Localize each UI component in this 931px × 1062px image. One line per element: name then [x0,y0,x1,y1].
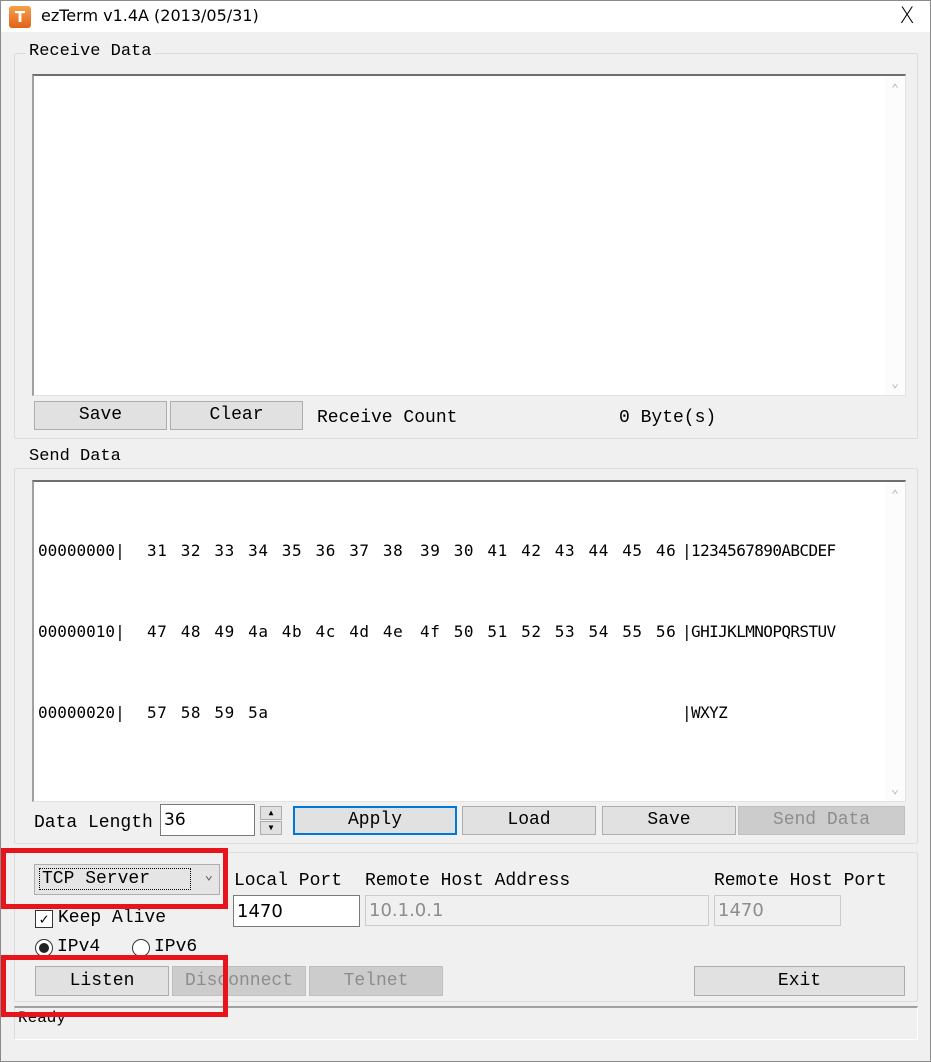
send-data-button[interactable]: Send Data [738,806,905,835]
spin-up-button[interactable]: ▲ [260,806,282,820]
remote-port-label: Remote Host Port [714,871,887,891]
app-window: T ezTerm v1.4A (2013/05/31) X Receive Da… [0,0,931,1062]
hex-offset: 00000020| [38,703,125,722]
data-length-input[interactable] [160,804,255,836]
apply-button[interactable]: Apply [293,806,457,835]
remote-port-input[interactable] [714,895,841,926]
spin-down-button[interactable]: ▼ [260,821,282,835]
hex-ascii-row: |GHIJKLMNOPQRSTUV [682,622,836,641]
telnet-button[interactable]: Telnet [309,966,443,996]
highlight-mode-select [1,848,228,909]
title-bar: T ezTerm v1.4A (2013/05/31) X [1,1,930,32]
load-button[interactable]: Load [462,806,596,835]
receive-scrollbar[interactable]: ⌃ ⌄ [885,76,905,395]
data-length-label: Data Length [34,813,153,833]
app-icon: T [9,6,31,28]
hex-bytes: 4f 50 51 52 53 54 55 56 [420,622,677,641]
ipv6-label: IPv6 [154,937,198,957]
hex-offset: 00000010| [38,622,125,641]
hex-bytes: 31 32 33 34 35 36 37 38 [147,541,404,560]
hex-bytes: 57 58 59 5a [147,703,269,722]
scroll-up-icon[interactable]: ⌃ [885,488,905,503]
hex-offset: 00000000| [38,541,125,560]
ipv4-label: IPv4 [57,937,101,957]
local-port-input[interactable] [233,895,360,927]
receive-count-label: Receive Count [317,408,458,428]
keep-alive-label: Keep Alive [58,908,167,928]
window-title: ezTerm v1.4A (2013/05/31) [41,6,259,25]
keep-alive-checkbox[interactable]: ✓ [35,910,53,928]
receive-data-label: Receive Data [26,42,155,61]
close-button[interactable]: X [884,1,930,32]
remote-host-label: Remote Host Address [365,871,571,891]
scroll-down-icon[interactable]: ⌄ [885,376,905,391]
hex-bytes-left: 31 32 33 34 35 36 37 38 47 48 49 4a 4b 4… [147,483,403,780]
send-save-button[interactable]: Save [602,806,736,835]
receive-save-button[interactable]: Save [34,401,167,430]
receive-count-value: 0 Byte(s) [619,408,717,428]
hex-ascii: |1234567890ABCDEF |GHIJKLMNOPQRSTUV |WXY… [682,483,836,780]
hex-ascii-row: |1234567890ABCDEF [682,541,836,560]
exit-button[interactable]: Exit [694,966,905,996]
local-port-label: Local Port [234,871,343,891]
hex-ascii-row: |WXYZ [682,703,728,722]
hex-bytes: 47 48 49 4a 4b 4c 4d 4e [147,622,404,641]
receive-data-textarea[interactable]: ⌃ ⌄ [32,74,906,396]
receive-clear-button[interactable]: Clear [170,401,303,430]
highlight-listen-button [1,955,228,1017]
hex-bytes-right: 39 30 41 42 43 44 45 46 4f 50 51 52 53 5… [420,483,676,753]
scroll-up-icon[interactable]: ⌃ [885,82,905,97]
send-data-label: Send Data [26,447,124,466]
send-scrollbar[interactable]: ⌃ ⌄ [885,482,905,801]
hex-offsets: 00000000| 00000010| 00000020| [38,483,125,780]
hex-bytes: 39 30 41 42 43 44 45 46 [420,541,677,560]
remote-host-input[interactable] [365,895,709,926]
scroll-down-icon[interactable]: ⌄ [885,782,905,797]
